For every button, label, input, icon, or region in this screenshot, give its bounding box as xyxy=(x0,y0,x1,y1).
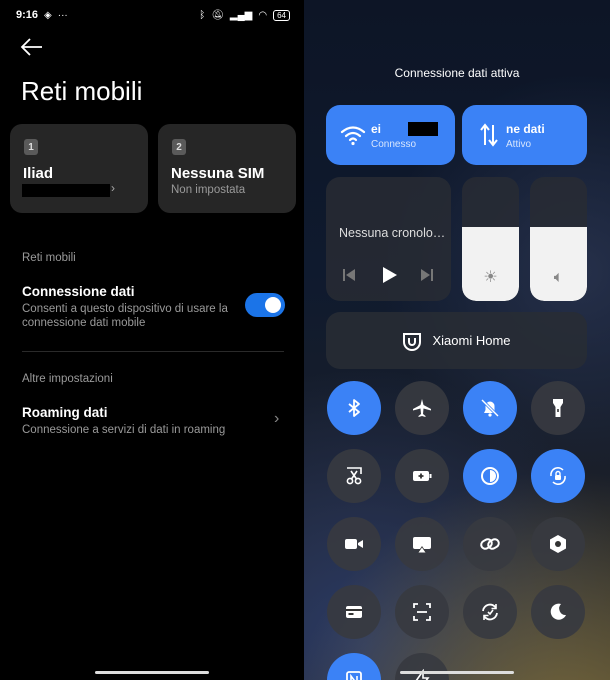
sim-name: Iliad xyxy=(23,165,54,182)
nfc-toggle[interactable] xyxy=(327,653,381,680)
dark-mode-toggle[interactable] xyxy=(463,449,517,503)
link-toggle[interactable] xyxy=(463,517,517,571)
section-label-mobile: Reti mobili xyxy=(22,252,76,264)
sim-name: Nessuna SIM xyxy=(171,165,265,182)
scissors-icon xyxy=(346,467,362,485)
bluetooth-status-icon: ᛒ xyxy=(199,9,206,21)
previous-track-icon[interactable] xyxy=(342,268,356,282)
sync-circle-icon xyxy=(482,603,498,621)
airplane-mode-toggle[interactable] xyxy=(395,381,449,435)
wifi-tile[interactable]: ei Connesso xyxy=(326,105,455,165)
contrast-icon xyxy=(481,467,499,485)
settings-toggle[interactable] xyxy=(531,517,585,571)
flashlight-icon xyxy=(553,399,563,417)
cast-toggle[interactable] xyxy=(395,517,449,571)
sim-card-1[interactable]: 1 Iliad › xyxy=(10,124,148,213)
flashlight-toggle[interactable] xyxy=(531,381,585,435)
divider xyxy=(22,351,284,352)
mute-status-icon: 🔕︎ xyxy=(211,9,224,21)
wallet-toggle[interactable] xyxy=(327,585,381,639)
section-label-other: Altre impostazioni xyxy=(22,373,113,385)
battery-plus-icon xyxy=(413,471,432,481)
brightness-slider[interactable]: ☀︎ xyxy=(462,177,519,301)
media-title: Nessuna cronolo… xyxy=(339,226,446,240)
link-icon xyxy=(480,538,500,550)
moon-icon xyxy=(550,603,566,620)
more-notifications-icon: ··· xyxy=(57,9,68,21)
volume-slider[interactable]: 🔈︎ xyxy=(530,177,587,301)
brightness-icon: ☀︎ xyxy=(483,269,498,286)
wifi-status-icon: ◠ xyxy=(258,9,268,21)
sim-slot-icon: 1 xyxy=(24,139,38,155)
home-indicator[interactable] xyxy=(95,671,209,674)
redacted-ssid xyxy=(408,122,438,136)
scanner-toggle[interactable] xyxy=(395,585,449,639)
bluetooth-toggle[interactable] xyxy=(327,381,381,435)
data-connection-desc: Consenti a questo dispositivo di usare l… xyxy=(22,303,228,329)
battery-icon: 64 xyxy=(273,9,290,21)
airplane-icon xyxy=(413,399,431,417)
xiaomi-home-button[interactable]: Xiaomi Home xyxy=(326,312,587,369)
mobile-data-tile-label: ne dati xyxy=(506,122,545,136)
redacted-number xyxy=(22,184,110,197)
page-title: Reti mobili xyxy=(21,76,143,106)
scan-frame-icon xyxy=(413,603,431,621)
bluetooth-icon xyxy=(348,399,360,417)
rotation-lock-toggle[interactable] xyxy=(531,449,585,503)
mobile-data-tile-status: Attivo xyxy=(506,139,532,150)
bell-off-icon xyxy=(480,398,500,418)
mute-toggle[interactable] xyxy=(463,381,517,435)
roaming-desc: Connessione a servizi di dati in roaming xyxy=(22,424,226,436)
volume-level xyxy=(530,226,587,301)
data-saver-toggle[interactable] xyxy=(463,585,517,639)
do-not-disturb-toggle[interactable] xyxy=(531,585,585,639)
status-time: 9:16 xyxy=(16,9,39,21)
mobile-networks-screen: 9:16 ◈ ··· ᛒ 🔕︎ ▂▄▆ ◠ 64 Reti mobili 1 I… xyxy=(0,0,304,680)
sim-slot-icon: 2 xyxy=(172,139,186,155)
cast-screen-icon xyxy=(413,537,431,553)
rotation-lock-icon xyxy=(550,466,566,486)
brightness-level xyxy=(462,226,519,301)
sim-card-2[interactable]: 2 Nessuna SIM Non impostata xyxy=(158,124,296,213)
hexagon-nut-icon xyxy=(550,535,566,553)
xiaomi-home-label: Xiaomi Home xyxy=(432,333,511,348)
data-arrows-icon xyxy=(480,123,498,147)
wifi-tile-label: ei xyxy=(371,122,382,136)
nfc-icon xyxy=(346,671,362,680)
roaming-title[interactable]: Roaming dati xyxy=(22,405,108,420)
sim-status: Non impostata xyxy=(171,184,246,196)
media-player: Nessuna cronolo… xyxy=(326,177,451,301)
home-indicator[interactable] xyxy=(400,671,514,674)
control-center: Connessione dati attiva ei Connesso ne d… xyxy=(304,0,610,680)
performance-toggle[interactable] xyxy=(395,653,449,680)
control-center-header: Connessione dati attiva xyxy=(394,66,520,80)
xiaomi-home-icon xyxy=(403,332,422,351)
notification-icon: ◈ xyxy=(44,9,52,21)
video-camera-icon xyxy=(345,539,363,549)
chevron-right-icon: › xyxy=(111,181,115,195)
mobile-data-tile[interactable]: ne dati Attivo xyxy=(462,105,587,165)
data-connection-title[interactable]: Connessione dati xyxy=(22,284,135,299)
wifi-icon xyxy=(340,126,366,146)
screen-record-toggle[interactable] xyxy=(327,517,381,571)
play-icon[interactable] xyxy=(380,266,398,284)
status-bar: 9:16 ◈ ··· ᛒ 🔕︎ ▂▄▆ ◠ 64 xyxy=(16,8,290,22)
battery-saver-toggle[interactable] xyxy=(395,449,449,503)
volume-icon: 🔈︎ xyxy=(553,269,564,286)
screenshot-toggle[interactable] xyxy=(327,449,381,503)
back-arrow-icon[interactable] xyxy=(20,36,44,58)
chevron-right-icon[interactable]: › xyxy=(274,410,279,428)
card-icon xyxy=(346,606,362,618)
wifi-tile-status: Connesso xyxy=(371,139,417,150)
data-connection-toggle[interactable] xyxy=(245,293,285,317)
signal-icon: ▂▄▆ xyxy=(229,9,253,21)
next-track-icon[interactable] xyxy=(420,268,434,282)
